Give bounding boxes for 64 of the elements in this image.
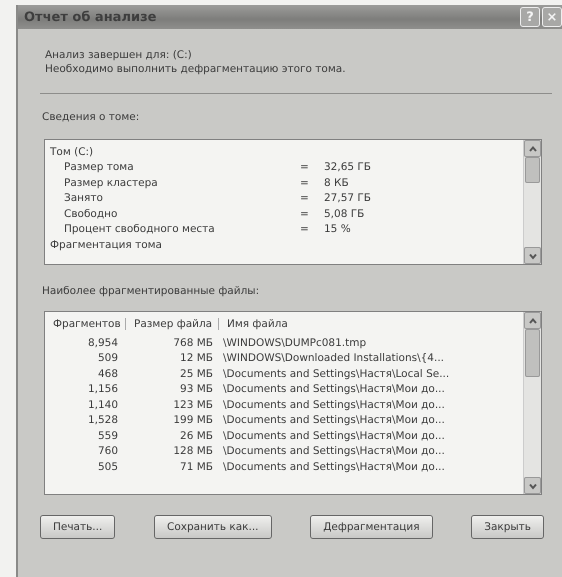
scroll-up-button[interactable] [524,312,541,329]
section-label: Наиболее фрагментированные файлы: [42,285,260,297]
scroll-up-button[interactable] [524,140,541,157]
status-text: Необходимо выполнить дефрагментацию этого тома. [45,63,347,75]
equals-sign: = [300,176,310,189]
table-cell-text: 760 [96,445,119,458]
table-cell-text: 199 МБ [172,414,214,426]
scroll-thumb[interactable] [525,157,540,183]
property-value: 8 КБ [324,176,349,189]
table-cell-text: 93 МБ [179,383,214,396]
table-cell-text: 12 МБ [179,352,214,364]
property-value: 15 % [324,223,351,236]
table-cell-text: 8,954 [86,336,119,349]
property-label: Процент свободного места [63,223,216,236]
property-value: 32,65 ГБ [324,161,372,174]
property-label: Размер тома [63,161,135,174]
table-cell-text: 123 МБ [172,398,214,411]
chevron-up-icon [528,316,538,326]
scroll-thumb[interactable] [525,329,540,377]
table-cell-text: \Documents and Settings\Настя\Мои до... [222,383,446,396]
table-cell-text: \Documents and Settings\Настя\Local Se... [222,368,450,380]
table-cell-text: 1,528 [86,414,119,426]
column-header[interactable]: Фрагментов [45,318,126,330]
table-cell-text: \WINDOWS\Downloaded Installations\{4... [222,352,445,364]
group-heading: Том (C:) [50,146,94,158]
table-cell-text: 1,140 [86,398,119,411]
table-cell-text: 559 [96,430,119,442]
table-cell-text: \Documents and Settings\Настя\Мои до... [222,414,446,426]
equals-sign: = [300,223,310,236]
table-cell-text: \Documents and Settings\Настя\Мои до... [222,445,446,458]
table-cell-text: 26 МБ [179,430,214,442]
property-value: 5,08 ГБ [324,208,364,220]
group-heading: Фрагментация тома [50,238,162,251]
table-cell-text: \Documents and Settings\Настя\Мои до... [222,398,446,411]
table-cell-text: 505 [96,460,119,473]
scroll-down-button[interactable] [524,477,541,494]
window-title: Отчет об анализе [24,10,156,24]
table-cell-text: 71 МБ [179,460,214,473]
dialog-button[interactable]: Закрыть [471,515,544,539]
property-label: Занято [63,192,104,204]
equals-sign: = [300,208,310,220]
equals-sign: = [300,192,310,204]
scroll-down-button[interactable] [524,247,541,264]
dialog-button[interactable]: Сохранить как... [154,515,272,539]
table-cell-text: \Documents and Settings\Настя\Мои до... [222,460,446,473]
property-label: Свободно [63,208,118,220]
dialog-button[interactable]: Дефрагментация [310,515,433,539]
table-cell-text: 468 [96,368,119,380]
table-cell-text: 128 МБ [172,445,214,458]
table-cell-text: 509 [96,352,119,364]
table-cell-text: 25 МБ [179,368,214,380]
dialog-button[interactable]: Печать... [40,515,116,539]
column-header[interactable]: Имя файла [219,318,523,330]
property-label: Размер кластера [63,176,159,189]
table-cell-text: 1,156 [86,383,119,396]
table-cell-text: 768 МБ [172,336,214,349]
section-label: Сведения о томе: [42,111,140,123]
status-text: Анализ завершен для: (C:) [45,49,193,61]
chevron-up-icon [528,144,538,154]
table-cell-text: \Documents and Settings\Настя\Мои до... [222,430,446,442]
equals-sign: = [300,161,310,174]
property-value: 27,57 ГБ [324,192,372,204]
table-cell-text: \WINDOWS\DUMPc081.tmp [222,336,368,349]
column-header[interactable]: Размер файла [126,318,219,330]
